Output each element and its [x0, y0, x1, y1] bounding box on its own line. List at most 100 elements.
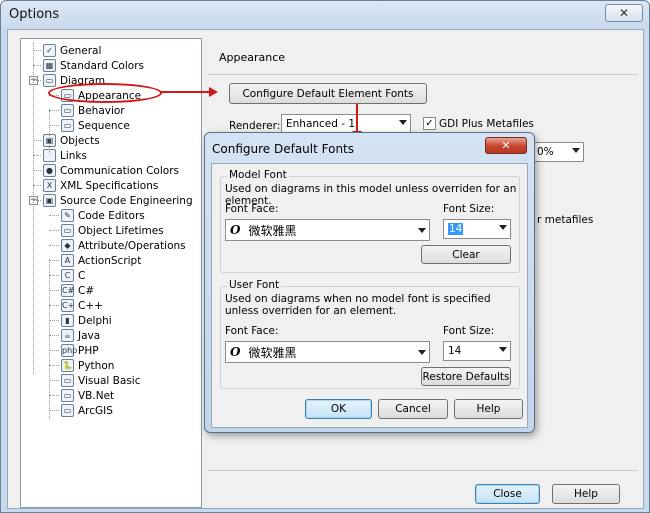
tree-item[interactable]: ☕ Java: [61, 328, 100, 343]
chevron-down-icon: [418, 350, 426, 355]
vbnet-icon: ▭: [61, 389, 74, 402]
model-font-size-value: 14: [448, 223, 464, 235]
clear-button[interactable]: Clear: [421, 245, 511, 264]
attribute-operations-icon: ◆: [61, 239, 74, 252]
cpp-icon: C+: [61, 299, 75, 312]
close-icon: ✕: [618, 6, 630, 20]
tree-connector: [49, 380, 59, 381]
object-lifetimes-icon: ▭: [61, 224, 74, 237]
tree-item[interactable]: ▭ ArcGIS: [61, 403, 113, 418]
tree-connector: [49, 350, 59, 351]
zoom-value: 0%: [537, 146, 554, 158]
configure-default-fonts-button[interactable]: Configure Default Element Fonts: [229, 83, 427, 104]
tree-item[interactable]: ✎ Code Editors: [61, 208, 145, 223]
chevron-down-icon: [399, 120, 407, 125]
user-font-face-label: Font Face:: [225, 325, 279, 337]
ok-button[interactable]: OK: [305, 399, 372, 419]
font-type-icon: O: [230, 223, 241, 237]
tree-item[interactable]: 🐍 Python: [61, 358, 114, 373]
php-icon: php: [61, 344, 78, 357]
zoom-select[interactable]: 0%: [532, 142, 584, 162]
model-font-size-select[interactable]: 14: [443, 219, 511, 239]
tree-item-label: C: [78, 269, 86, 282]
arcgis-icon: ▭: [61, 404, 74, 417]
cancel-button[interactable]: Cancel: [378, 399, 448, 419]
model-font-face-value: 微软雅黑: [248, 223, 297, 238]
xml-icon: X: [43, 179, 56, 192]
user-font-group: User Font Used on diagrams when no model…: [220, 279, 520, 389]
help-button[interactable]: Help: [454, 399, 523, 419]
renderer-label: Renderer:: [229, 120, 281, 132]
user-font-face-select[interactable]: O 微软雅黑: [225, 341, 430, 363]
tree-item[interactable]: X XML Specifications: [43, 178, 158, 193]
options-tree[interactable]: ✓ General ▦ Standard Colors ▭ Diagram − ▭ Appear…: [20, 38, 202, 508]
tree-item[interactable]: ▭ Object Lifetimes: [61, 223, 164, 238]
window-close-button[interactable]: ✕: [605, 4, 643, 22]
model-font-size-label: Font Size:: [443, 203, 495, 215]
tree-item[interactable]: php PHP: [61, 343, 99, 358]
user-font-size-select[interactable]: 14: [443, 341, 511, 361]
c-icon: C: [61, 269, 74, 282]
annotation-arrow-line: [356, 104, 358, 134]
tree-item[interactable]: ◆ Attribute/Operations: [61, 238, 186, 253]
chevron-down-icon: [572, 148, 580, 153]
csharp-icon: C#: [61, 284, 75, 297]
tree-item[interactable]: ▮ Delphi: [61, 313, 112, 328]
user-font-face-value: 微软雅黑: [248, 345, 297, 360]
tree-connector: [49, 109, 50, 154]
close-button[interactable]: Close: [475, 484, 540, 504]
tree-connector: [33, 185, 41, 186]
renderer-select[interactable]: Enhanced - 1: [281, 114, 411, 134]
options-window: Options ✕ ✓ General ▦ Standard Colors ▭ Diagr…: [0, 0, 650, 513]
tree-item-label: Standard Colors: [60, 59, 144, 72]
tree-item[interactable]: ▣ Objects: [43, 133, 100, 148]
diagram-icon: ▭: [43, 74, 56, 87]
window-title: Options: [9, 7, 60, 22]
chevron-down-icon: [499, 347, 507, 352]
tree-item-label: Links: [60, 149, 87, 162]
tree-item[interactable]: ▭ VB.Net: [61, 388, 114, 403]
close-icon: ✕: [501, 139, 511, 152]
tree-item[interactable]: ● Communication Colors: [43, 163, 179, 178]
model-font-face-select[interactable]: O 微软雅黑: [225, 219, 430, 241]
tree-connector: [33, 200, 41, 201]
tree-connector: [49, 230, 59, 231]
tree-connector: [49, 215, 59, 216]
tree-connector: [49, 335, 59, 336]
chevron-down-icon: [418, 228, 426, 233]
tree-item[interactable]: ▦ Standard Colors: [43, 58, 144, 73]
help-button[interactable]: Help: [552, 484, 620, 504]
standard-colors-icon: ▦: [43, 59, 56, 72]
tree-item[interactable]: A ActionScript: [61, 253, 141, 268]
user-font-description: Used on diagrams when no model font is s…: [225, 293, 491, 317]
gdi-plus-checkbox[interactable]: ✓: [423, 117, 436, 130]
checkmark-icon: ✓: [425, 118, 434, 129]
dialog-close-button[interactable]: ✕: [485, 137, 527, 154]
tree-item[interactable]: ✓ General: [43, 43, 101, 58]
annotation-arrow-line: [161, 91, 211, 93]
chevron-down-icon: [499, 225, 507, 230]
java-icon: ☕: [61, 329, 74, 342]
tree-item-label: Object Lifetimes: [78, 224, 164, 237]
tree-item-label: Python: [78, 359, 115, 372]
python-icon: 🐍: [61, 359, 74, 372]
tree-item-label: PHP: [78, 344, 99, 357]
tree-connector: [49, 125, 59, 126]
tree-item[interactable]: CC: [61, 268, 85, 283]
tree-connector: [33, 65, 41, 66]
tree-item-label: Delphi: [78, 314, 112, 327]
page-title: Appearance: [219, 51, 286, 64]
general-icon: ✓: [43, 44, 56, 57]
tree-connector: [49, 305, 59, 306]
tree-item[interactable]: C+ C++: [61, 298, 103, 313]
tree-item-label: Objects: [60, 134, 100, 147]
tree-item-label: ArcGIS: [78, 404, 113, 417]
tree-item-label: XML Specifications: [60, 179, 159, 192]
tree-item[interactable]: ▣ Source Code Engineering: [43, 193, 193, 208]
tree-item[interactable]: C# C#: [61, 283, 94, 298]
tree-item[interactable]: ▭ Behavior: [61, 103, 125, 118]
font-type-icon: O: [230, 345, 241, 359]
restore-defaults-button[interactable]: Restore Defaults: [421, 367, 511, 386]
tree-item[interactable]: ▭ Sequence: [61, 118, 130, 133]
tree-item[interactable]: ▭ Visual Basic: [61, 373, 140, 388]
